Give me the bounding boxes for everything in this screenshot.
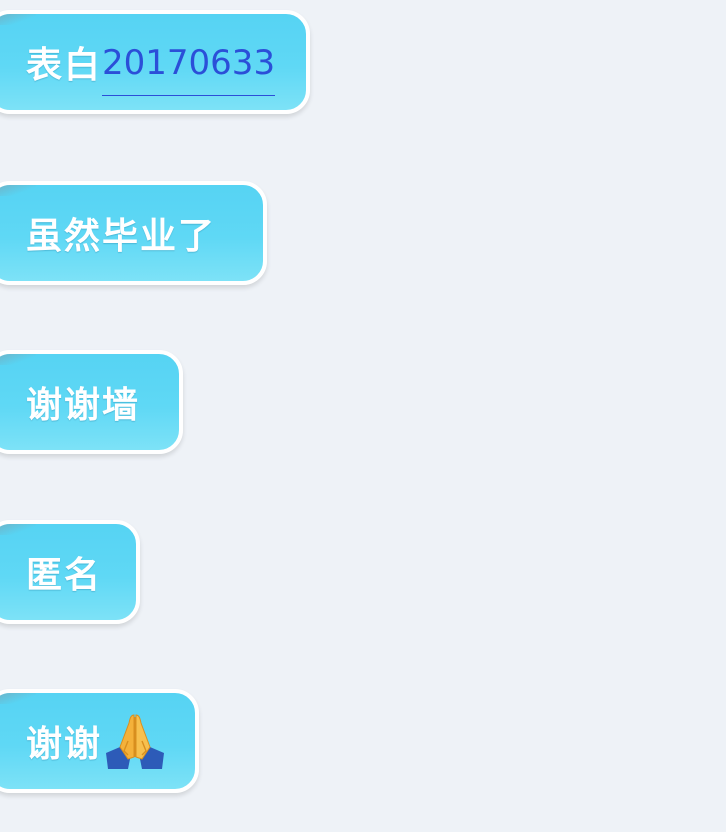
message-text: 谢谢 (26, 723, 103, 765)
folded-hands-icon (104, 711, 166, 771)
chat-thread: 表白 20170633 虽然毕业了 谢谢墙 匿名 谢谢 (0, 0, 726, 832)
message-text: 匿名 (26, 554, 103, 596)
message-bubble[interactable]: 谢谢 (0, 689, 199, 793)
message-text: 虽然毕业了 (26, 215, 217, 257)
message-bubble[interactable]: 虽然毕业了 (0, 181, 267, 285)
message-text: 谢谢墙 (26, 384, 141, 426)
message-link-number[interactable]: 20170633 (102, 43, 276, 96)
message-bubble[interactable]: 谢谢墙 (0, 350, 183, 454)
message-text: 表白 (26, 44, 103, 86)
message-bubble[interactable]: 表白 20170633 (0, 10, 310, 114)
message-bubble[interactable]: 匿名 (0, 520, 140, 624)
